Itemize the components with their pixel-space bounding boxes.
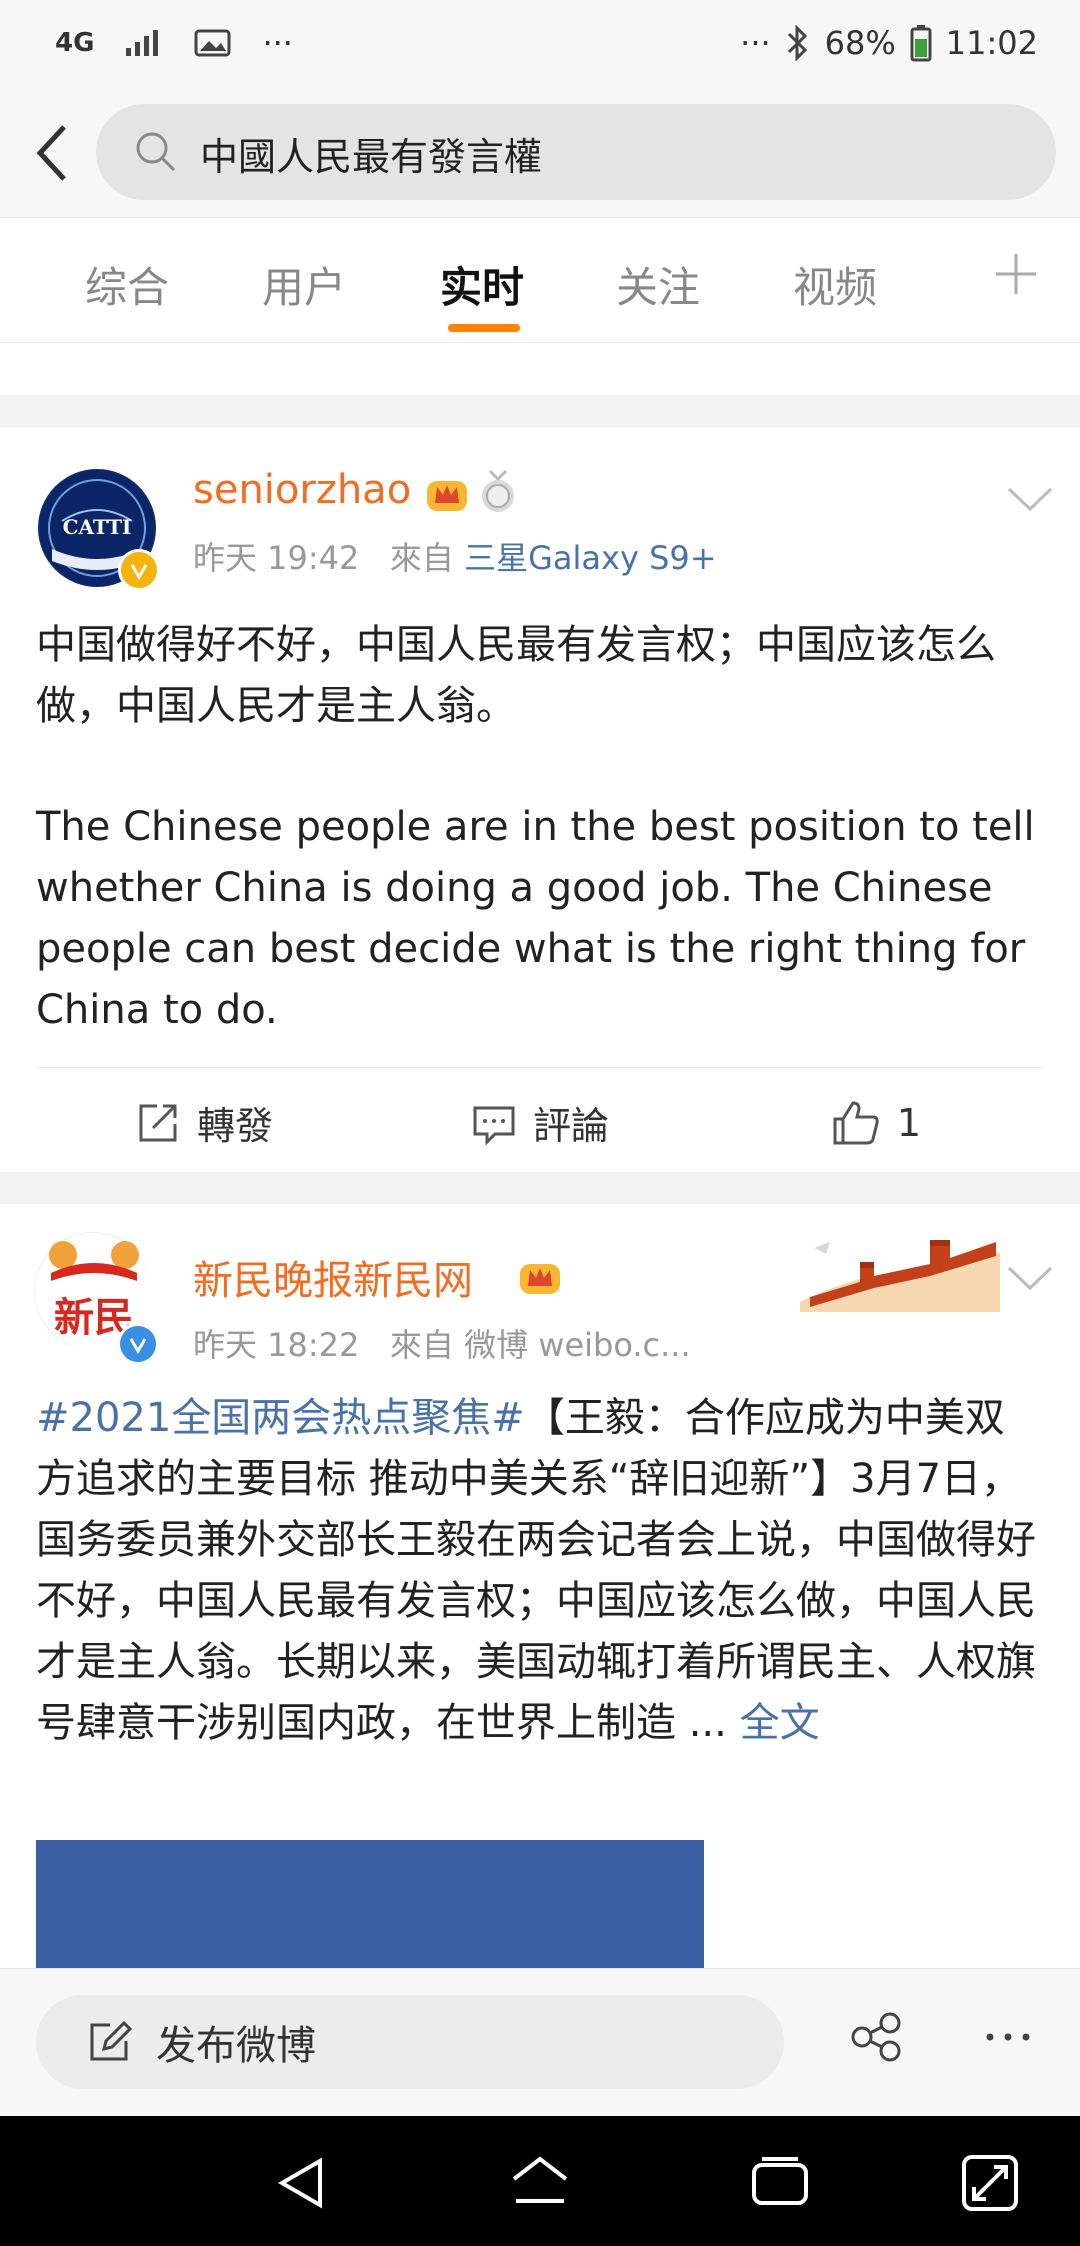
add-tab-icon[interactable] xyxy=(988,246,1044,302)
search-query: 中國人民最有發言權 xyxy=(200,135,543,179)
compose-label: 发布微博 xyxy=(156,2023,316,2069)
status-bar: 4G ··· ··· 68% 11:02 xyxy=(0,0,1080,90)
from-label: 來自 xyxy=(389,1326,454,1364)
post-menu-chevron-icon[interactable] xyxy=(1005,1260,1055,1296)
repost-icon xyxy=(139,1104,177,1141)
bluetooth-icon xyxy=(785,25,811,61)
like-count: 1 xyxy=(896,1100,922,1145)
verified-badge-icon xyxy=(117,1323,159,1365)
nav-home-icon[interactable] xyxy=(508,2151,572,2215)
post-text-english: The Chinese people are in the best posit… xyxy=(36,804,1035,1033)
avatar[interactable]: 新民 xyxy=(34,1232,159,1365)
verified-badge-icon xyxy=(118,549,160,591)
post-card[interactable]: CATTI seniorzhao 昨天 19:42 來自 三星Galaxy S9… xyxy=(0,427,1080,1172)
share-icon[interactable] xyxy=(848,2009,904,2065)
post-source[interactable]: 三星Galaxy S9+ xyxy=(464,539,716,577)
great-wall-decoration-icon xyxy=(800,1212,1000,1312)
edit-icon xyxy=(90,2020,132,2061)
comment-label: 評論 xyxy=(532,1104,609,1148)
medal-icon xyxy=(482,469,514,512)
post-meta: 昨天 19:42 來自 三星Galaxy S9+ xyxy=(193,533,717,579)
topic-hashtag-link[interactable]: #2021全国两会热点聚焦# xyxy=(36,1395,525,1441)
user-name[interactable]: 新民晚报新民网 xyxy=(193,1248,473,1306)
post-time: 昨天 19:42 xyxy=(193,539,360,577)
search-input[interactable]: 中國人民最有發言權 xyxy=(96,104,1056,200)
comment-icon xyxy=(473,1106,515,1146)
comment-button[interactable]: 評論 xyxy=(372,1068,708,1177)
nav-back-icon[interactable] xyxy=(270,2151,334,2215)
post-image[interactable] xyxy=(36,1840,704,1968)
system-nav-bar xyxy=(0,2116,1080,2246)
nav-recents-icon[interactable] xyxy=(748,2151,812,2215)
tab-video[interactable]: 视频 xyxy=(793,254,877,315)
tab-following[interactable]: 关注 xyxy=(616,254,700,315)
avatar[interactable]: CATTI xyxy=(38,469,160,591)
post-text: #2021全国两会热点聚焦#【王毅：合作应成为中美双方追求的主要目标 推动中美关… xyxy=(36,1388,1044,1754)
vip-crown-icon xyxy=(427,481,467,511)
more-status-icon: ··· xyxy=(740,24,771,62)
post-meta: 昨天 18:22 來自 微博 weibo.c... xyxy=(193,1320,691,1366)
signal-icon xyxy=(124,28,164,58)
tab-realtime[interactable]: 实时 xyxy=(440,254,524,315)
active-tab-indicator xyxy=(448,324,520,332)
search-icon xyxy=(136,132,176,172)
more-options-icon[interactable] xyxy=(980,2009,1036,2065)
post-text-chinese: 中国做得好不好，中国人民最有发言权；中国应该怎么做，中国人民才是主人翁。 xyxy=(36,622,996,729)
tab-users[interactable]: 用户 xyxy=(262,254,346,315)
back-button[interactable] xyxy=(22,118,82,188)
post-menu-chevron-icon[interactable] xyxy=(1005,481,1055,517)
repost-label: 轉發 xyxy=(196,1104,273,1148)
search-header: 中國人民最有發言權 xyxy=(0,90,1080,218)
repost-button[interactable]: 轉發 xyxy=(36,1068,372,1177)
thumbs-up-icon xyxy=(833,1100,879,1144)
network-type-label: 4G xyxy=(55,28,95,58)
nav-expand-icon[interactable] xyxy=(958,2151,1022,2215)
section-divider xyxy=(0,395,1080,427)
post-actions: 轉發 評論 1 xyxy=(36,1067,1044,1177)
battery-icon xyxy=(910,24,932,62)
full-text-link[interactable]: 全文 xyxy=(740,1700,820,1746)
user-name[interactable]: seniorzhao xyxy=(193,467,411,513)
post-time: 昨天 18:22 xyxy=(193,1326,360,1364)
avatar-text: CATTI xyxy=(62,515,132,539)
like-button[interactable]: 1 xyxy=(708,1068,1044,1177)
vip-crown-icon xyxy=(520,1264,560,1294)
tab-comprehensive[interactable]: 综合 xyxy=(85,254,169,315)
gallery-icon xyxy=(194,28,232,58)
compose-post-button[interactable]: 发布微博 xyxy=(36,1995,784,2089)
more-notifications: ··· xyxy=(262,24,293,62)
tab-bar: 综合 用户 实时 关注 视频 xyxy=(0,218,1080,343)
compose-bar: 发布微博 xyxy=(0,1968,1080,2116)
section-divider xyxy=(0,1172,1080,1204)
post-body: 【王毅：合作应成为中美双方追求的主要目标 推动中美关系“辞旧迎新”】3月7日，国… xyxy=(36,1395,1036,1746)
clock: 11:02 xyxy=(945,24,1038,62)
back-arrow-icon xyxy=(36,125,66,181)
from-label: 來自 xyxy=(389,539,454,577)
post-card[interactable]: 新民 新民晚报新民网 昨天 18:22 來自 微博 weibo.c... #20… xyxy=(0,1204,1080,1968)
battery-percent: 68% xyxy=(824,24,896,62)
post-source[interactable]: 微博 weibo.c... xyxy=(464,1326,691,1364)
